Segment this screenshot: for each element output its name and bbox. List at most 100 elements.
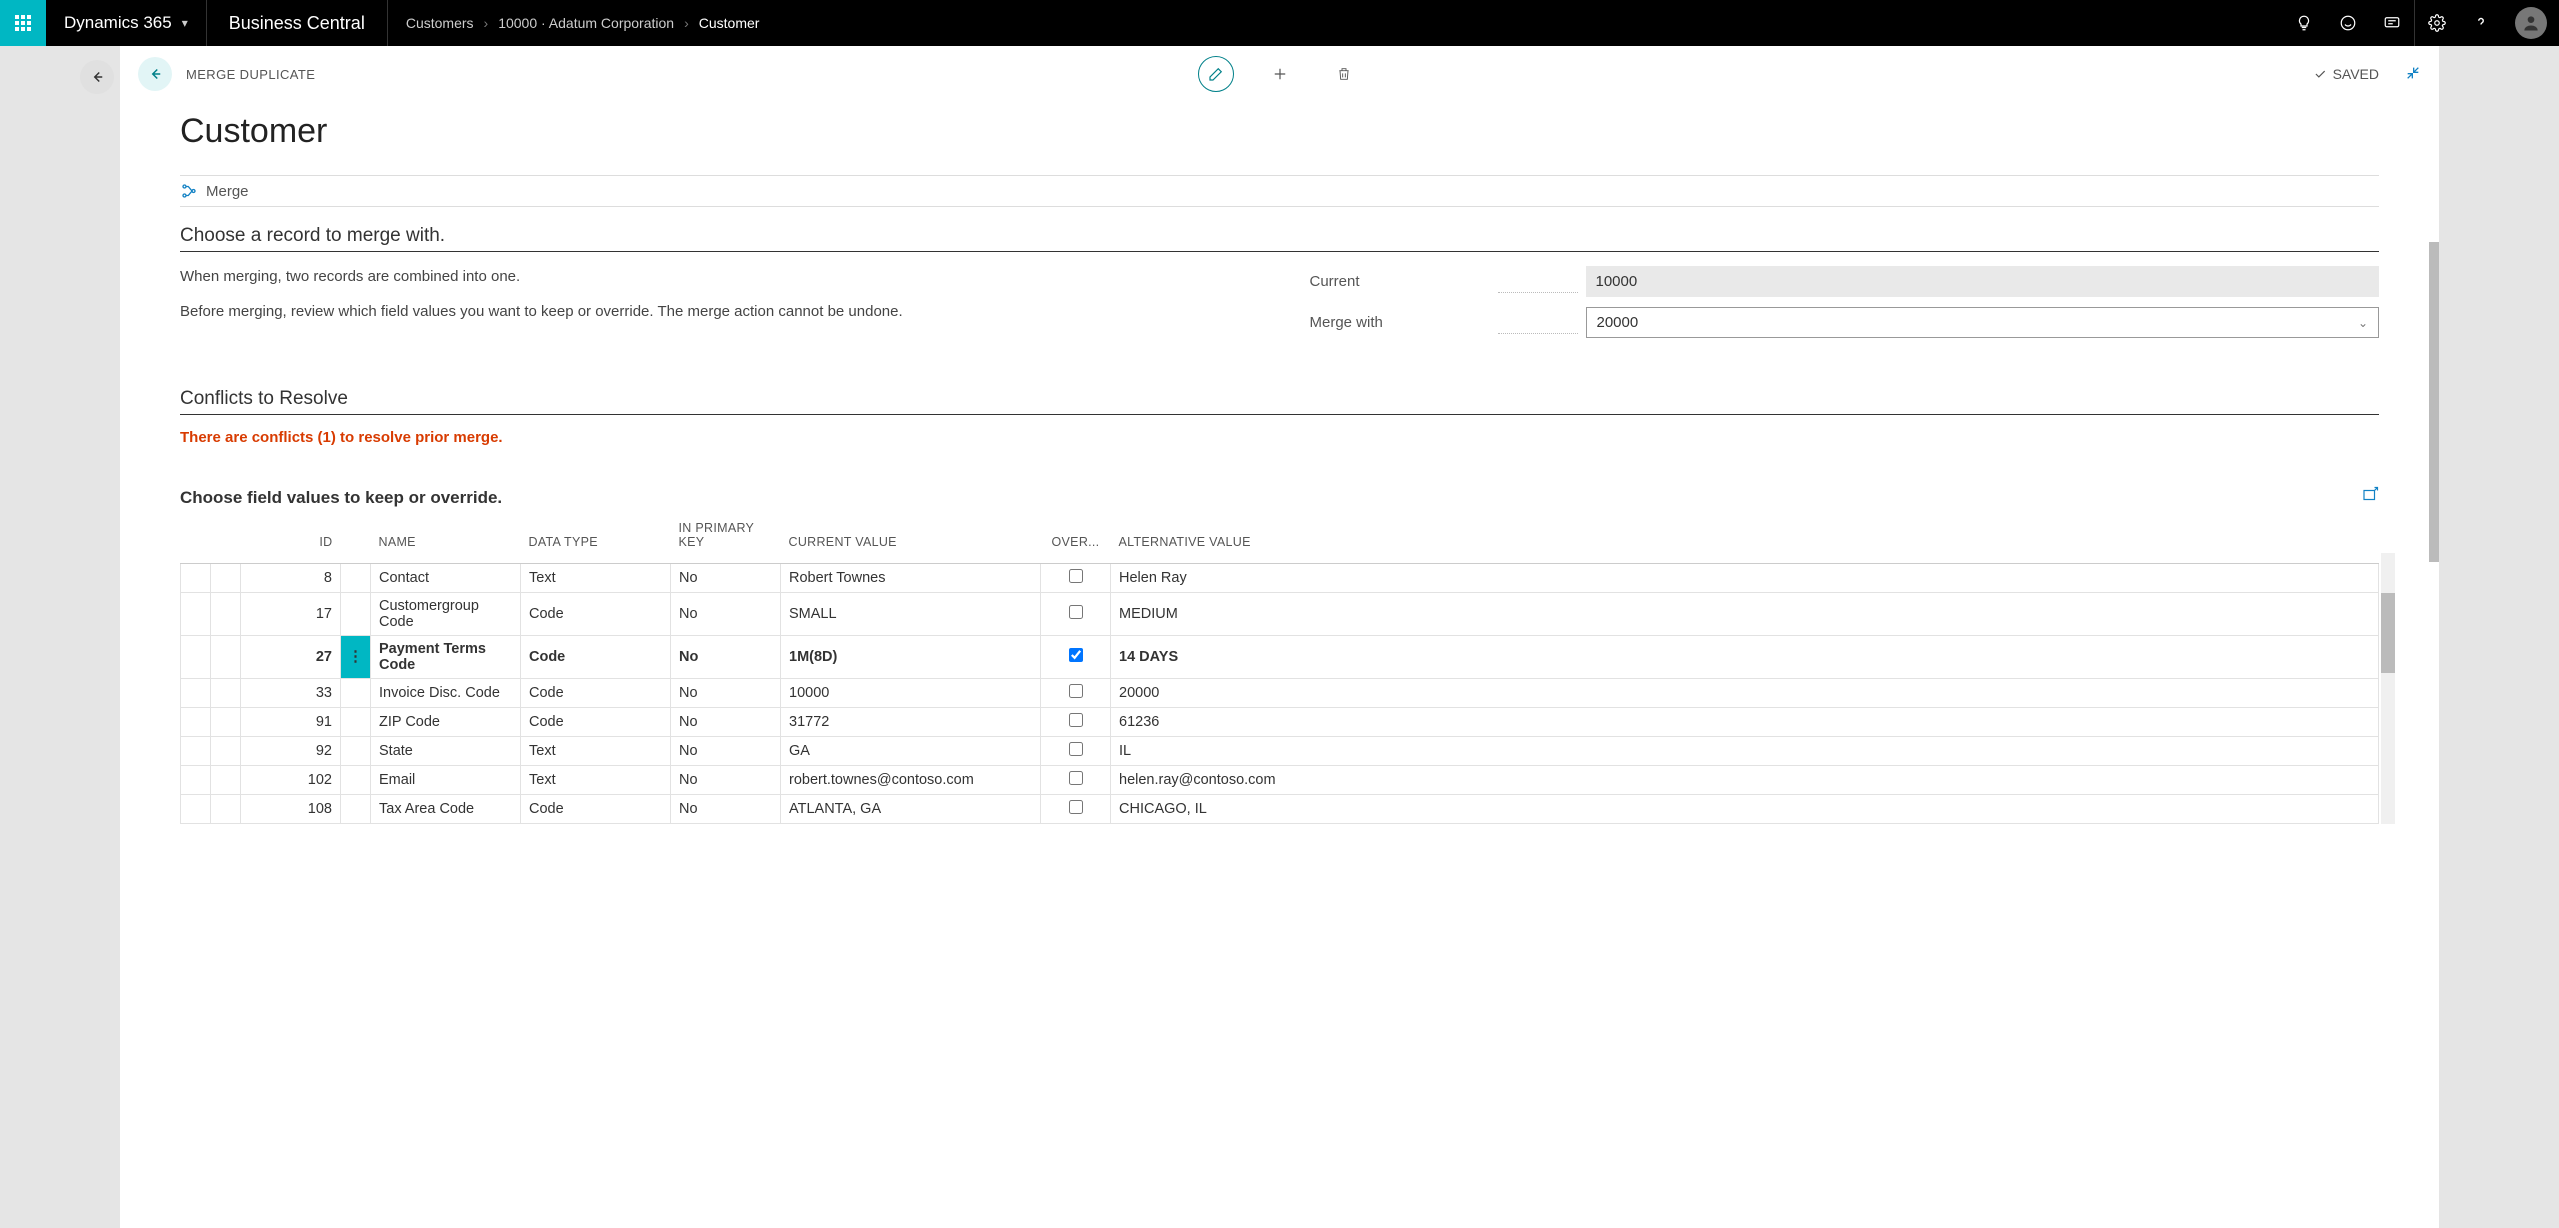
- table-row[interactable]: 108Tax Area CodeCodeNoATLANTA, GACHICAGO…: [181, 795, 2379, 824]
- back-button[interactable]: [138, 57, 172, 91]
- cell-override[interactable]: [1041, 564, 1111, 593]
- cell-current: Robert Townes: [781, 564, 1041, 593]
- row-menu-cell[interactable]: [341, 593, 371, 636]
- row-menu-cell[interactable]: [341, 564, 371, 593]
- cell-datatype: Code: [521, 795, 671, 824]
- popout-icon[interactable]: [2361, 486, 2379, 509]
- product-switcher[interactable]: Dynamics 365 ▾: [46, 0, 207, 46]
- col-current[interactable]: CURRENT VALUE: [781, 513, 1041, 564]
- chevron-right-icon: ›: [484, 15, 489, 31]
- merge-with-dropdown[interactable]: 20000 ⌄: [1586, 307, 2380, 338]
- cell-inpk: No: [671, 795, 781, 824]
- cell-current: GA: [781, 737, 1041, 766]
- col-name[interactable]: NAME: [371, 513, 521, 564]
- cell-id: 92: [241, 737, 341, 766]
- override-checkbox[interactable]: [1069, 605, 1083, 619]
- user-avatar[interactable]: [2515, 7, 2547, 39]
- cell-id: 91: [241, 708, 341, 737]
- app-launcher-icon[interactable]: [0, 0, 46, 46]
- cell-alt: 14 DAYS: [1111, 636, 2379, 679]
- cell-current: 31772: [781, 708, 1041, 737]
- table-row[interactable]: 17Customergroup CodeCodeNoSMALLMEDIUM: [181, 593, 2379, 636]
- edit-button[interactable]: [1198, 56, 1234, 92]
- override-checkbox[interactable]: [1069, 648, 1083, 662]
- product-name: Dynamics 365: [64, 13, 172, 33]
- row-menu-cell[interactable]: [341, 679, 371, 708]
- table-row[interactable]: 33Invoice Disc. CodeCodeNo1000020000: [181, 679, 2379, 708]
- app-name: Business Central: [207, 0, 388, 46]
- override-checkbox[interactable]: [1069, 771, 1083, 785]
- tips-icon[interactable]: [2282, 0, 2326, 46]
- override-checkbox[interactable]: [1069, 684, 1083, 698]
- cell-datatype: Text: [521, 737, 671, 766]
- section-choose-title: Choose a record to merge with.: [180, 225, 2379, 252]
- cell-inpk: No: [671, 737, 781, 766]
- cell-name: ZIP Code: [371, 708, 521, 737]
- breadcrumb-current: Customer: [699, 15, 760, 31]
- table-row[interactable]: 8ContactTextNoRobert TownesHelen Ray: [181, 564, 2379, 593]
- override-checkbox[interactable]: [1069, 569, 1083, 583]
- cell-name: State: [371, 737, 521, 766]
- saved-indicator: SAVED: [2313, 66, 2379, 82]
- feedback-icon[interactable]: [2326, 0, 2370, 46]
- cell-datatype: Code: [521, 679, 671, 708]
- breadcrumb-item[interactable]: Customers: [406, 15, 474, 31]
- col-override[interactable]: OVER...: [1041, 513, 1111, 564]
- cell-alt: IL: [1111, 737, 2379, 766]
- cell-override[interactable]: [1041, 737, 1111, 766]
- global-topbar: Dynamics 365 ▾ Business Central Customer…: [0, 0, 2559, 46]
- row-menu-cell[interactable]: [341, 708, 371, 737]
- merge-action[interactable]: Merge: [206, 183, 249, 200]
- col-inpk[interactable]: IN PRIMARY KEY: [671, 513, 781, 564]
- cell-alt: MEDIUM: [1111, 593, 2379, 636]
- cell-override[interactable]: [1041, 708, 1111, 737]
- table-row[interactable]: 91 ZIP CodeCodeNo31772 61236: [181, 708, 2379, 737]
- table-row[interactable]: 27⋮Payment Terms CodeCodeNo1M(8D)14 DAYS: [181, 636, 2379, 679]
- cell-override[interactable]: [1041, 679, 1111, 708]
- table-scrollbar[interactable]: [2381, 553, 2395, 824]
- cell-name: Invoice Disc. Code: [371, 679, 521, 708]
- col-datatype[interactable]: DATA TYPE: [521, 513, 671, 564]
- section-conflicts-title: Conflicts to Resolve: [180, 388, 2379, 415]
- help-icon[interactable]: [2459, 0, 2503, 46]
- new-button[interactable]: [1262, 56, 1298, 92]
- cell-datatype: Code: [521, 708, 671, 737]
- field-mergewith-label: Merge with: [1310, 314, 1490, 331]
- messages-icon[interactable]: [2370, 0, 2414, 46]
- cell-override[interactable]: [1041, 593, 1111, 636]
- cell-alt: 61236: [1111, 708, 2379, 737]
- override-checkbox[interactable]: [1069, 800, 1083, 814]
- outer-back-button[interactable]: [80, 60, 114, 94]
- cell-alt: 20000: [1111, 679, 2379, 708]
- row-menu-cell[interactable]: [341, 795, 371, 824]
- table-row[interactable]: 102EmailTextNorobert.townes@contoso.comh…: [181, 766, 2379, 795]
- col-alt[interactable]: ALTERNATIVE VALUE: [1111, 513, 2379, 564]
- field-current-value: 10000: [1586, 266, 2380, 297]
- cell-current: ATLANTA, GA: [781, 795, 1041, 824]
- cell-current: 10000: [781, 679, 1041, 708]
- row-menu-cell[interactable]: [341, 737, 371, 766]
- conflicts-warning: There are conflicts (1) to resolve prior…: [180, 429, 2379, 446]
- cell-override[interactable]: [1041, 766, 1111, 795]
- gear-icon[interactable]: [2415, 0, 2459, 46]
- cell-current: robert.townes@contoso.com: [781, 766, 1041, 795]
- delete-button[interactable]: [1326, 56, 1362, 92]
- cell-override[interactable]: [1041, 795, 1111, 824]
- override-checkbox[interactable]: [1069, 742, 1083, 756]
- cell-override[interactable]: [1041, 636, 1111, 679]
- cell-id: 108: [241, 795, 341, 824]
- col-id[interactable]: ID: [241, 513, 341, 564]
- table-row[interactable]: 92 StateTextNoGA IL: [181, 737, 2379, 766]
- breadcrumb-item[interactable]: 10000 · Adatum Corporation: [498, 15, 674, 31]
- cell-current: SMALL: [781, 593, 1041, 636]
- cell-id: 102: [241, 766, 341, 795]
- cell-id: 17: [241, 593, 341, 636]
- cell-datatype: Text: [521, 766, 671, 795]
- cell-id: 33: [241, 679, 341, 708]
- override-checkbox[interactable]: [1069, 713, 1083, 727]
- cell-inpk: No: [671, 708, 781, 737]
- row-menu-icon[interactable]: ⋮: [341, 636, 371, 679]
- row-menu-cell[interactable]: [341, 766, 371, 795]
- collapse-icon[interactable]: [2405, 65, 2421, 84]
- cell-inpk: No: [671, 766, 781, 795]
